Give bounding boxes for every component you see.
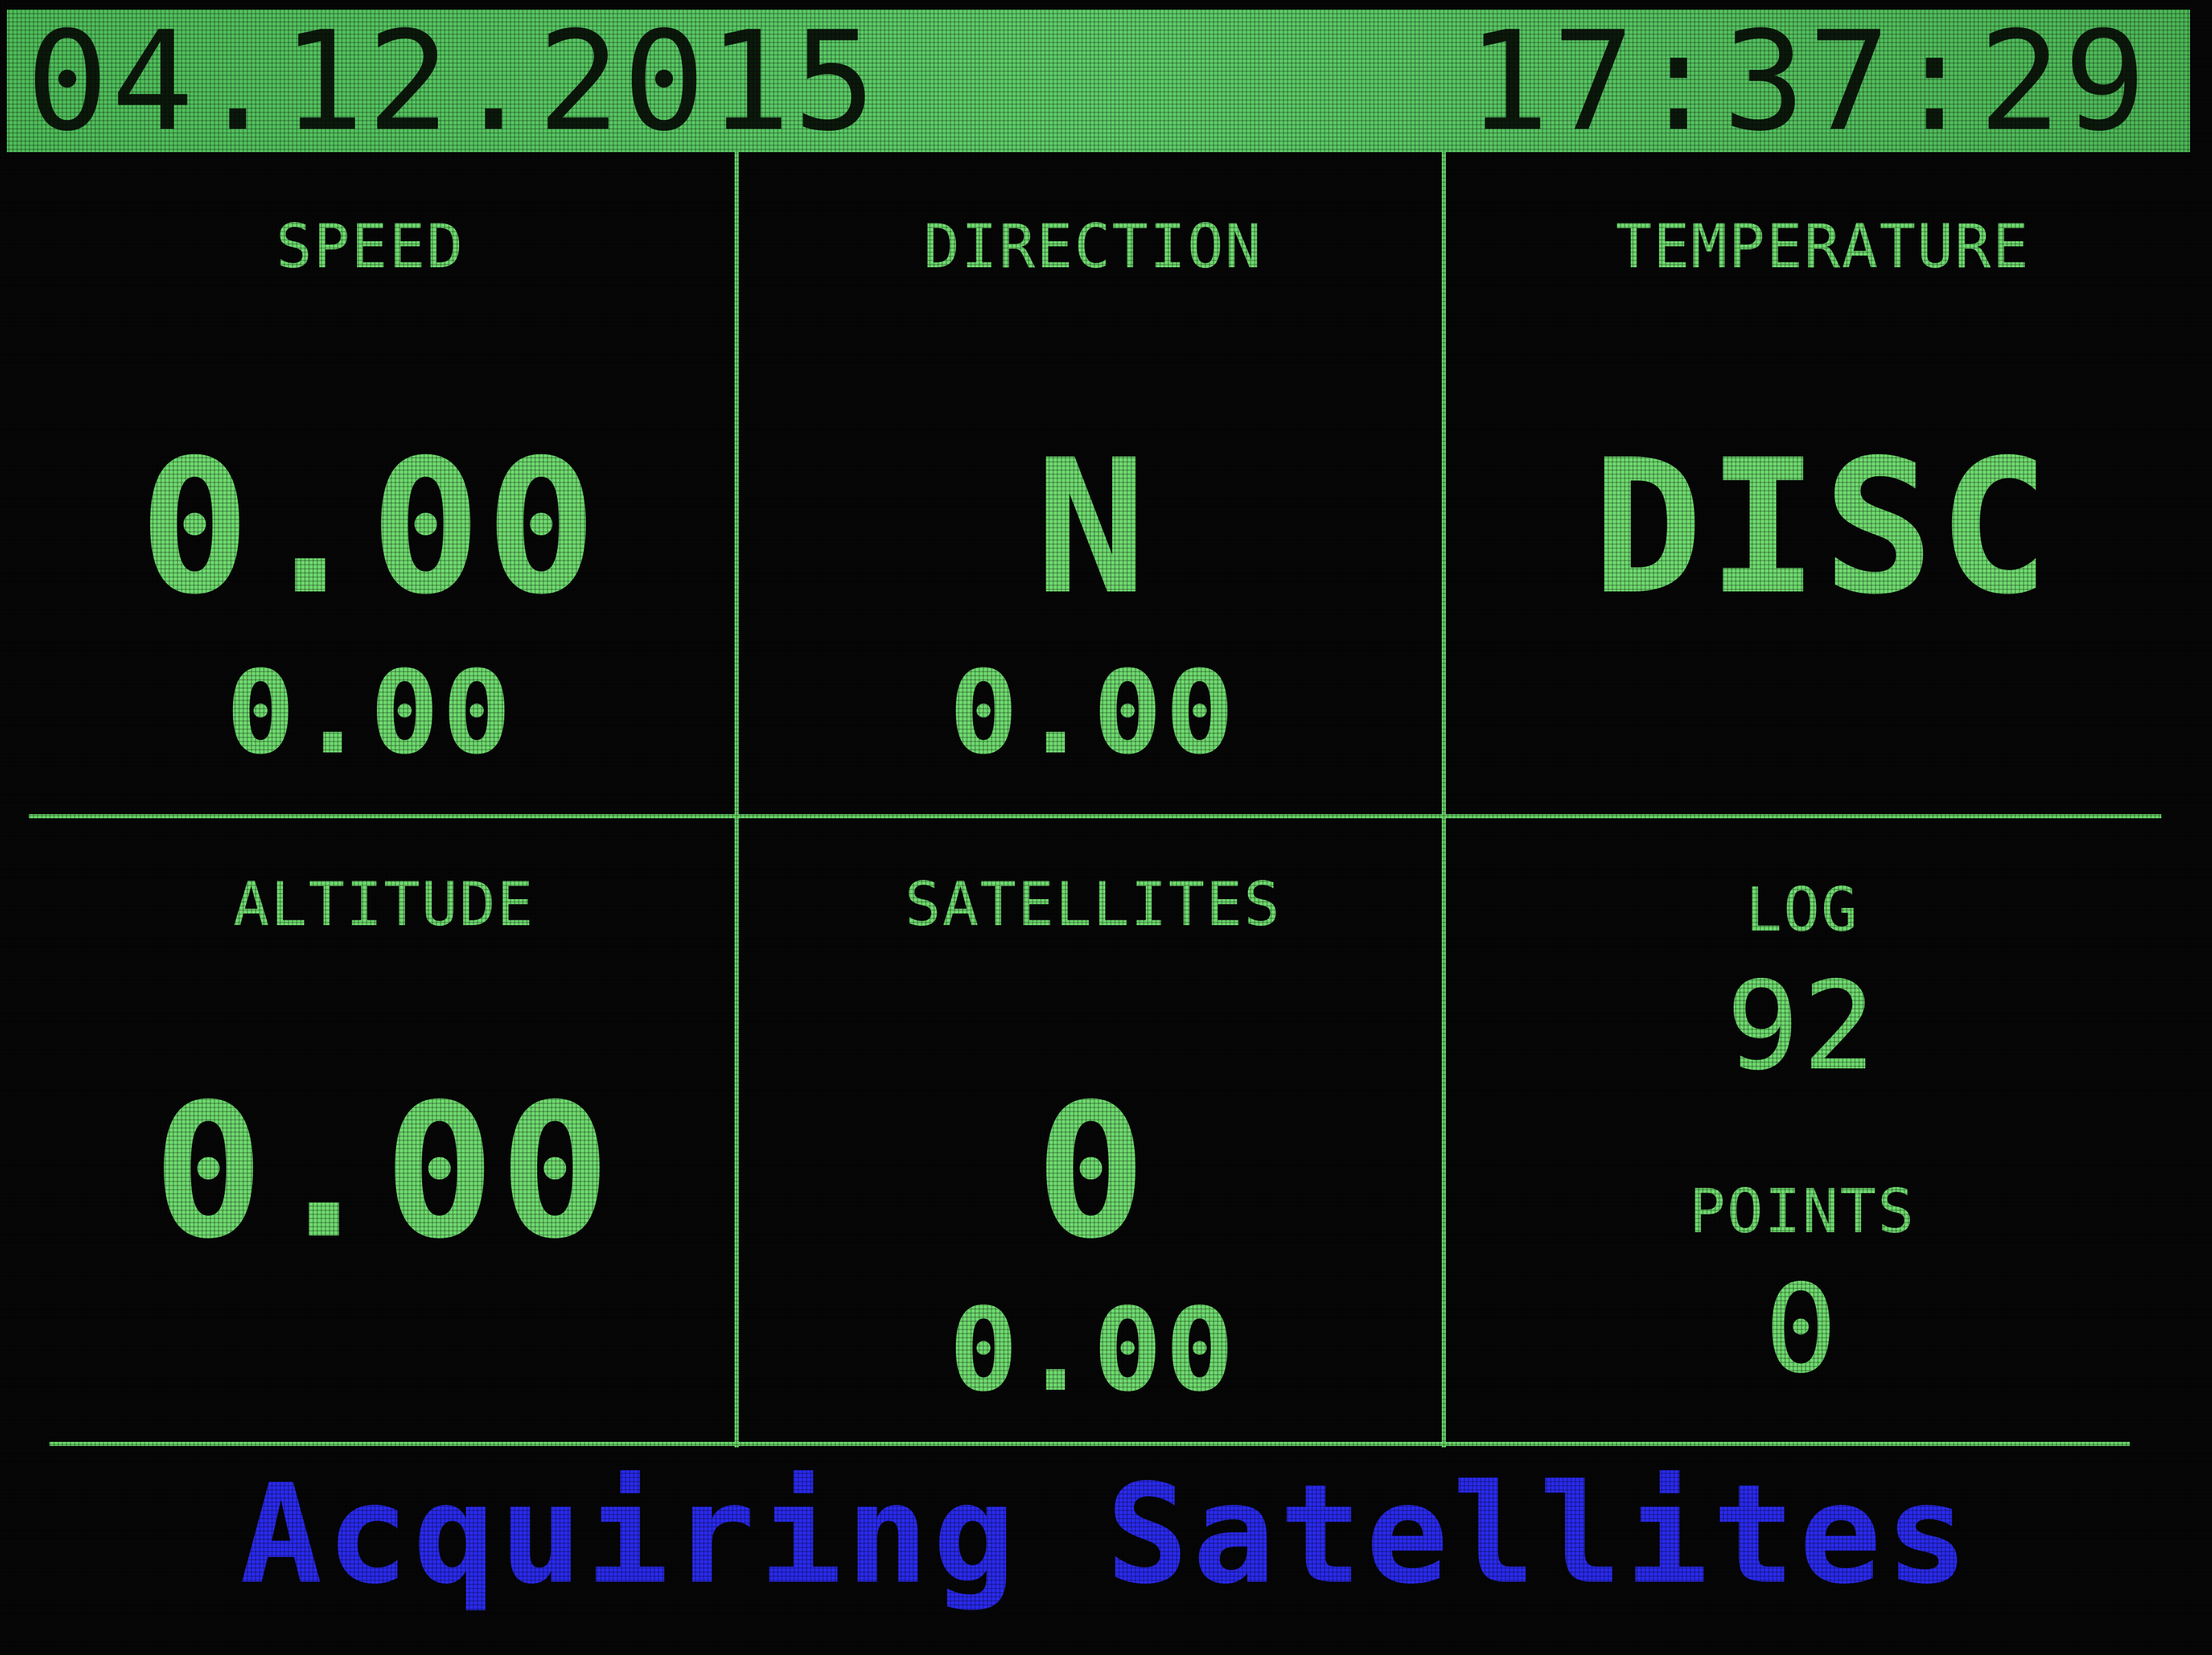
temperature-value: DISC [1591,419,2054,635]
date-readout: 04.12.2015 [26,2,879,162]
speed-title: SPEED [275,211,465,282]
grid-vertical-right [1442,152,1446,1447]
gps-display-screen: 04.12.2015 17:37:29 SPEED 0.00 0.00 DIRE… [0,0,2212,1655]
temperature-title: TEMPERATURE [1615,211,2030,282]
grid-horizontal-middle [29,814,2161,818]
points-title: POINTS [1689,1176,1915,1247]
satellites-value: 0 [1035,1064,1151,1279]
status-message: Acquiring Satellites [239,1455,1973,1615]
satellites-sub-value: 0.00 [948,1283,1238,1417]
log-value: 92 [1725,955,1879,1097]
altitude-title: ALTITUDE [233,869,534,940]
grid-horizontal-bottom [49,1442,2130,1446]
direction-sub-value: 0.00 [948,646,1238,780]
direction-title: DIRECTION [923,211,1263,282]
log-title: LOG [1745,874,1859,945]
time-readout: 17:37:29 [1466,2,2149,162]
speed-value: 0.00 [138,419,602,635]
satellites-title: SATELLITES [905,869,1281,940]
grid-vertical-left [735,152,739,1447]
direction-value: N [1035,419,1151,635]
header-bar: 04.12.2015 17:37:29 [7,10,2190,152]
altitude-value: 0.00 [152,1064,615,1279]
speed-sub-value: 0.00 [225,646,515,780]
points-value: 0 [1764,1258,1841,1400]
